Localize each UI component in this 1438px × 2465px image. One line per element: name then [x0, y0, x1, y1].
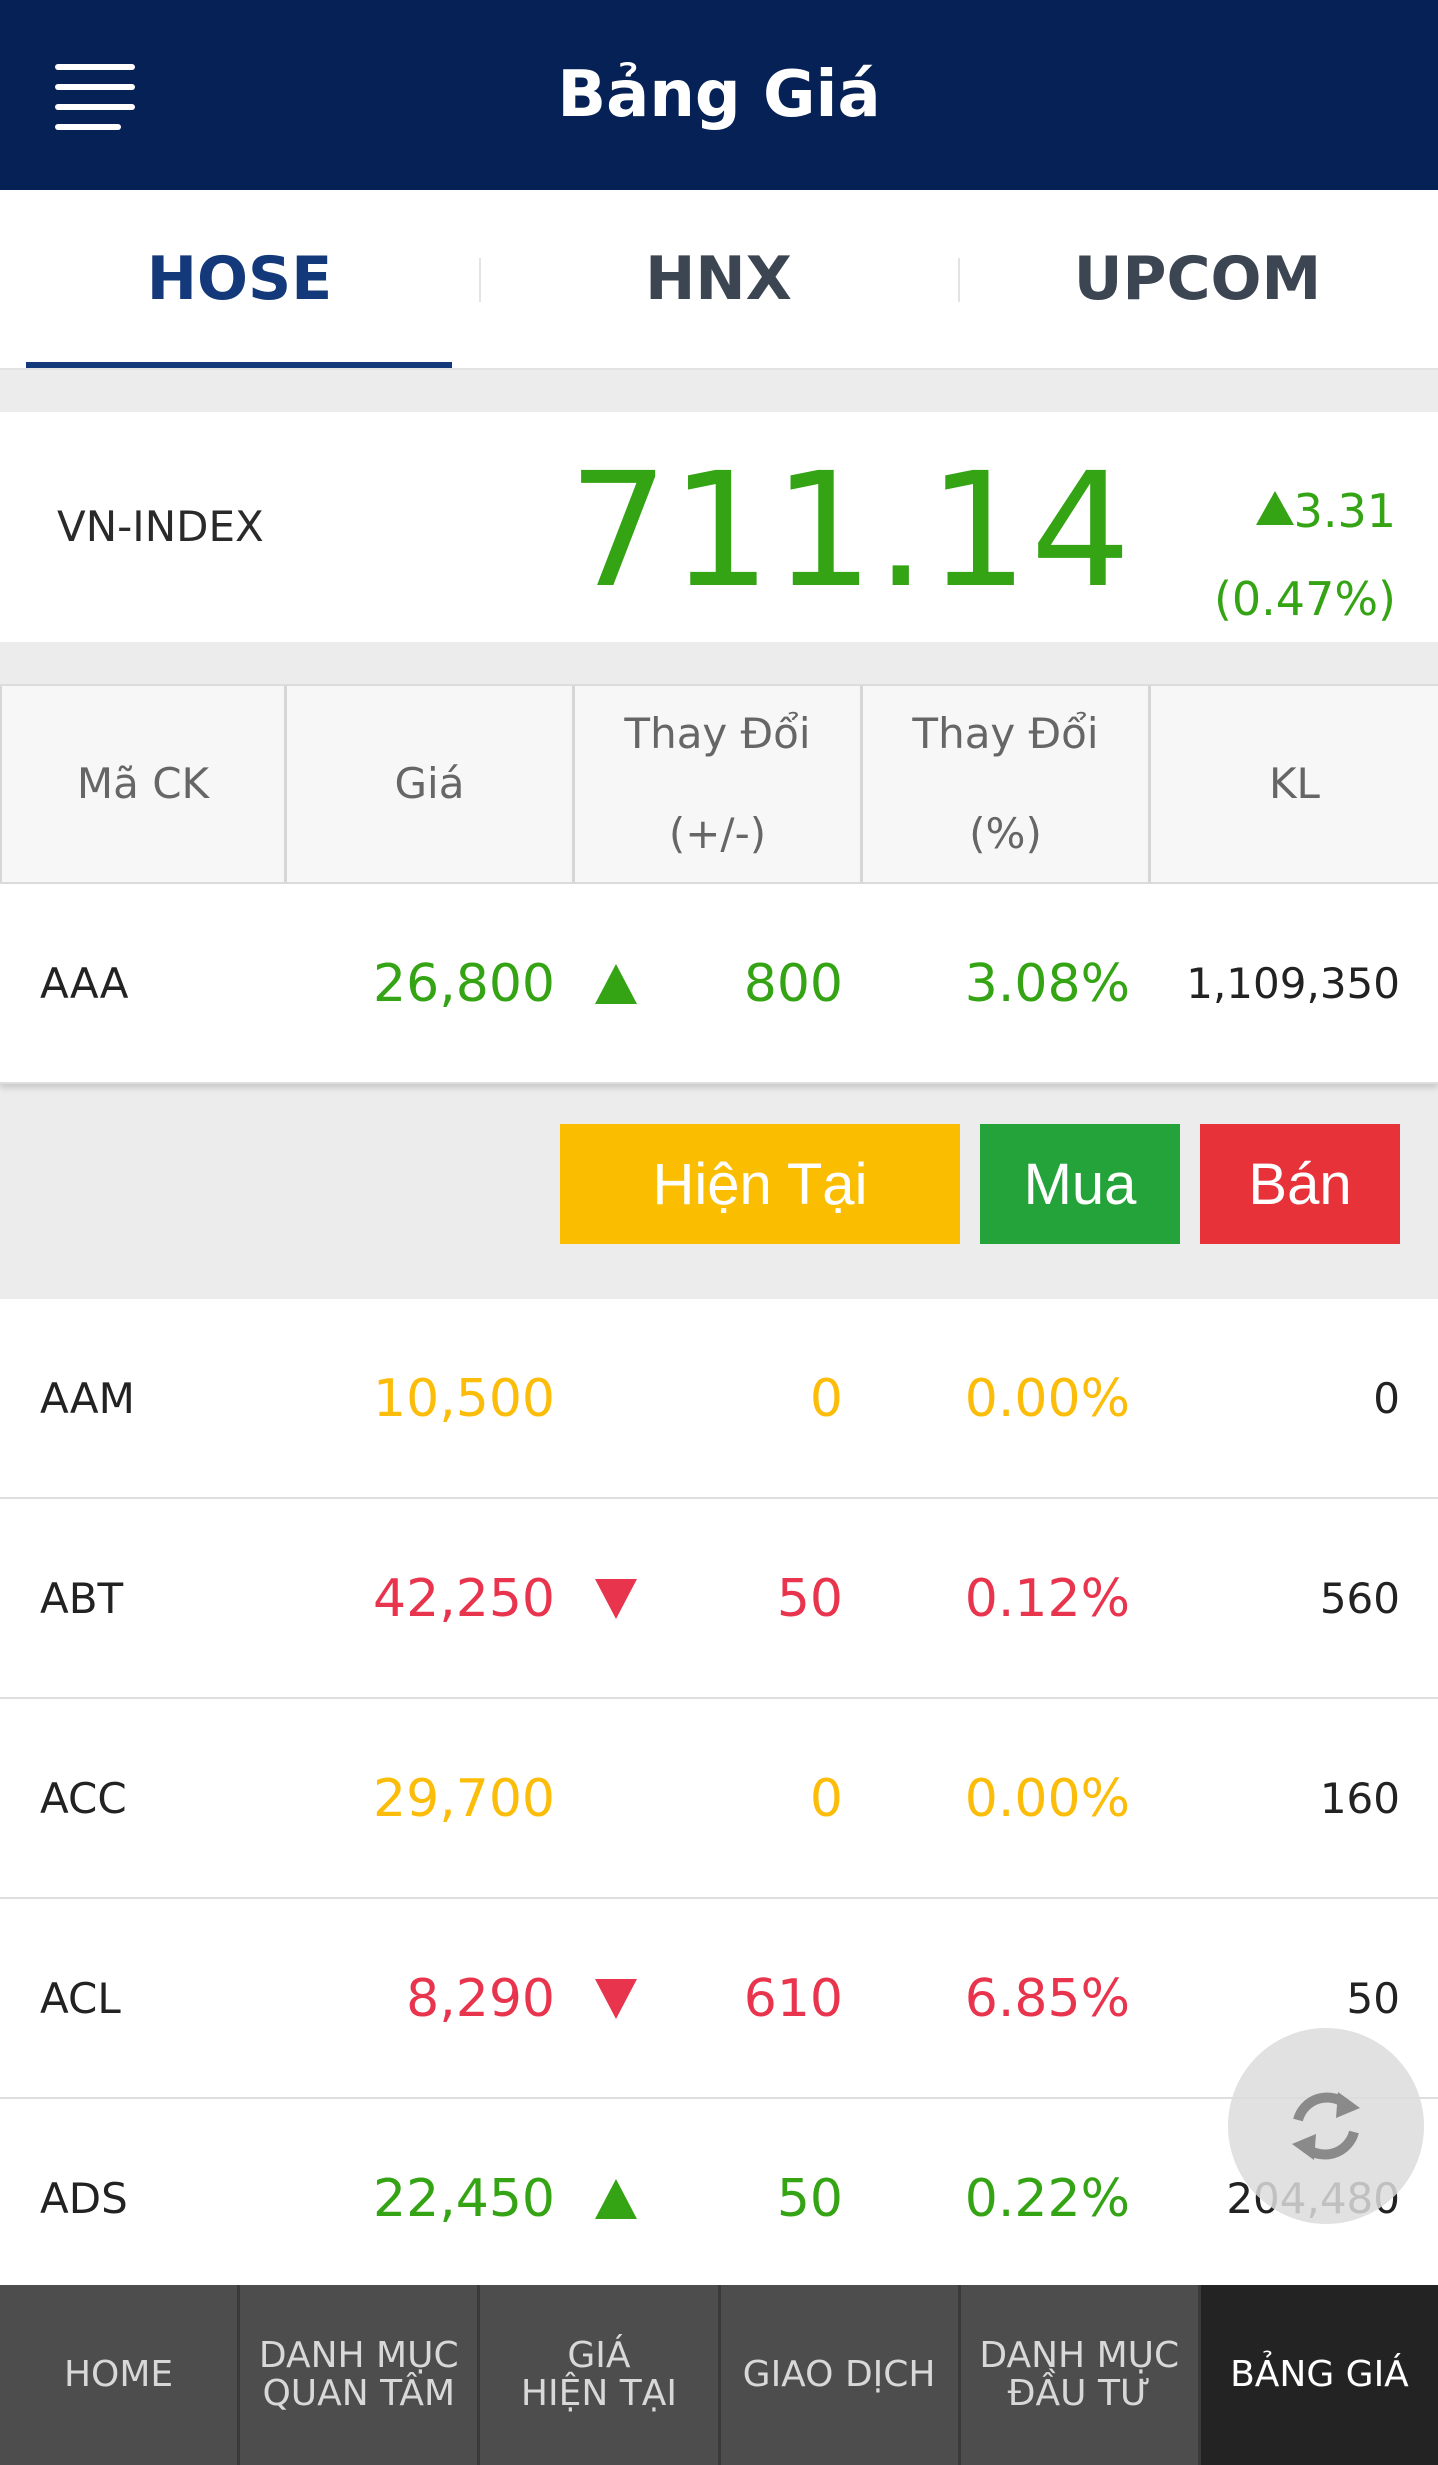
table-row[interactable]: AAM 10,500 0 0.00% 0: [0, 1299, 1438, 1499]
nav-price-board[interactable]: BẢNG GIÁ: [1200, 2285, 1438, 2465]
arrow-up-icon: [595, 884, 637, 1084]
table-row[interactable]: AAA 26,800 800 3.08% 1,109,350: [0, 884, 1438, 1084]
row-change-percent: 0.00%: [964, 1769, 1130, 1829]
row-volume: 0: [1373, 1374, 1400, 1423]
index-change: 3.31 (0.47%): [1214, 467, 1396, 643]
section-gap: [0, 642, 1438, 684]
arrow-down-icon: [595, 1899, 637, 2099]
index-summary: VN-INDEX 711.14 3.31 (0.47%): [0, 412, 1438, 642]
row-price: 22,450: [373, 2169, 555, 2229]
row-change: 0: [809, 1369, 843, 1429]
nav-watchlist[interactable]: DANH MỤC QUAN TÂM: [240, 2285, 481, 2465]
nav-current-price[interactable]: GIÁ HIỆN TẠI: [480, 2285, 721, 2465]
row-price: 29,700: [373, 1769, 555, 1829]
row-symbol: AAA: [40, 959, 129, 1008]
tab-hose[interactable]: HOSE: [0, 190, 479, 368]
row-price: 42,250: [373, 1569, 555, 1629]
row-symbol: ADS: [40, 2174, 128, 2223]
arrow-down-icon: [595, 1499, 637, 1699]
index-value: 711.14: [568, 439, 1133, 623]
row-symbol: AAM: [40, 1374, 135, 1423]
table-row[interactable]: ACL 8,290 610 6.85% 50: [0, 1899, 1438, 2099]
tab-upcom[interactable]: UPCOM: [958, 190, 1437, 368]
row-symbol: ACL: [40, 1974, 121, 2023]
table-row[interactable]: ACC 29,700 0 0.00% 160: [0, 1699, 1438, 1899]
table-row[interactable]: ABT 42,250 50 0.12% 560: [0, 1499, 1438, 1699]
index-change-percent: (0.47%): [1213, 572, 1396, 626]
row-action-bar: Hiện Tại Mua Bán: [0, 1084, 1438, 1299]
row-volume: 160: [1319, 1774, 1400, 1823]
row-change-percent: 0.22%: [964, 2169, 1130, 2229]
nav-trading[interactable]: GIAO DỊCH: [721, 2285, 961, 2465]
bottom-navigation: HOME DANH MỤC QUAN TÂM GIÁ HIỆN TẠI GIAO D…: [0, 2285, 1438, 2465]
column-header-change-percent[interactable]: Thay Đổi (%): [863, 686, 1151, 882]
column-header-price[interactable]: Giá: [287, 686, 575, 882]
tab-hnx[interactable]: HNX: [479, 190, 958, 368]
arrow-up-icon: [595, 2099, 637, 2299]
row-symbol: ABT: [40, 1574, 124, 1623]
arrow-up-icon: [1255, 491, 1294, 525]
row-change: 50: [776, 2169, 843, 2229]
row-price: 26,800: [373, 954, 555, 1014]
nav-home[interactable]: HOME: [0, 2285, 241, 2465]
tab-divider: [958, 258, 960, 302]
column-header-change[interactable]: Thay Đổi (+/-): [575, 686, 863, 882]
row-volume: 560: [1319, 1574, 1400, 1623]
buy-button[interactable]: Mua: [980, 1124, 1180, 1244]
index-name: VN-INDEX: [57, 502, 264, 551]
index-change-value: 3.31: [1293, 484, 1396, 538]
row-volume: 1,109,350: [1186, 959, 1400, 1008]
section-gap: [0, 370, 1438, 412]
sell-button[interactable]: Bán: [1200, 1124, 1400, 1244]
table-header: Mã CK Giá Thay Đổi (+/-) Thay Đổi (%) KL: [0, 684, 1438, 884]
current-price-button[interactable]: Hiện Tại: [560, 1124, 960, 1244]
column-header-volume[interactable]: KL: [1151, 686, 1438, 882]
row-change-percent: 0.00%: [964, 1369, 1130, 1429]
table-row[interactable]: ADS 22,450 50 0.22% 204,480: [0, 2099, 1438, 2285]
refresh-button[interactable]: [1228, 2028, 1424, 2224]
row-change: 800: [743, 954, 843, 1014]
page-title: Bảng Giá: [557, 58, 881, 132]
column-header-symbol[interactable]: Mã CK: [0, 686, 287, 882]
row-symbol: ACC: [40, 1774, 127, 1823]
row-price: 8,290: [406, 1969, 555, 2029]
tab-divider: [479, 258, 481, 302]
app-header: Bảng Giá: [0, 0, 1438, 190]
row-price: 10,500: [373, 1369, 555, 1429]
refresh-icon: [1292, 2092, 1360, 2160]
row-change: 50: [776, 1569, 843, 1629]
nav-portfolio[interactable]: DANH MỤC ĐẦU TƯ: [961, 2285, 1201, 2465]
row-change-percent: 6.85%: [964, 1969, 1130, 2029]
row-change-percent: 3.08%: [964, 954, 1130, 1014]
row-change: 610: [743, 1969, 843, 2029]
row-change: 0: [809, 1769, 843, 1829]
row-change-percent: 0.12%: [964, 1569, 1130, 1629]
exchange-tabs: HOSE HNX UPCOM: [0, 190, 1438, 370]
